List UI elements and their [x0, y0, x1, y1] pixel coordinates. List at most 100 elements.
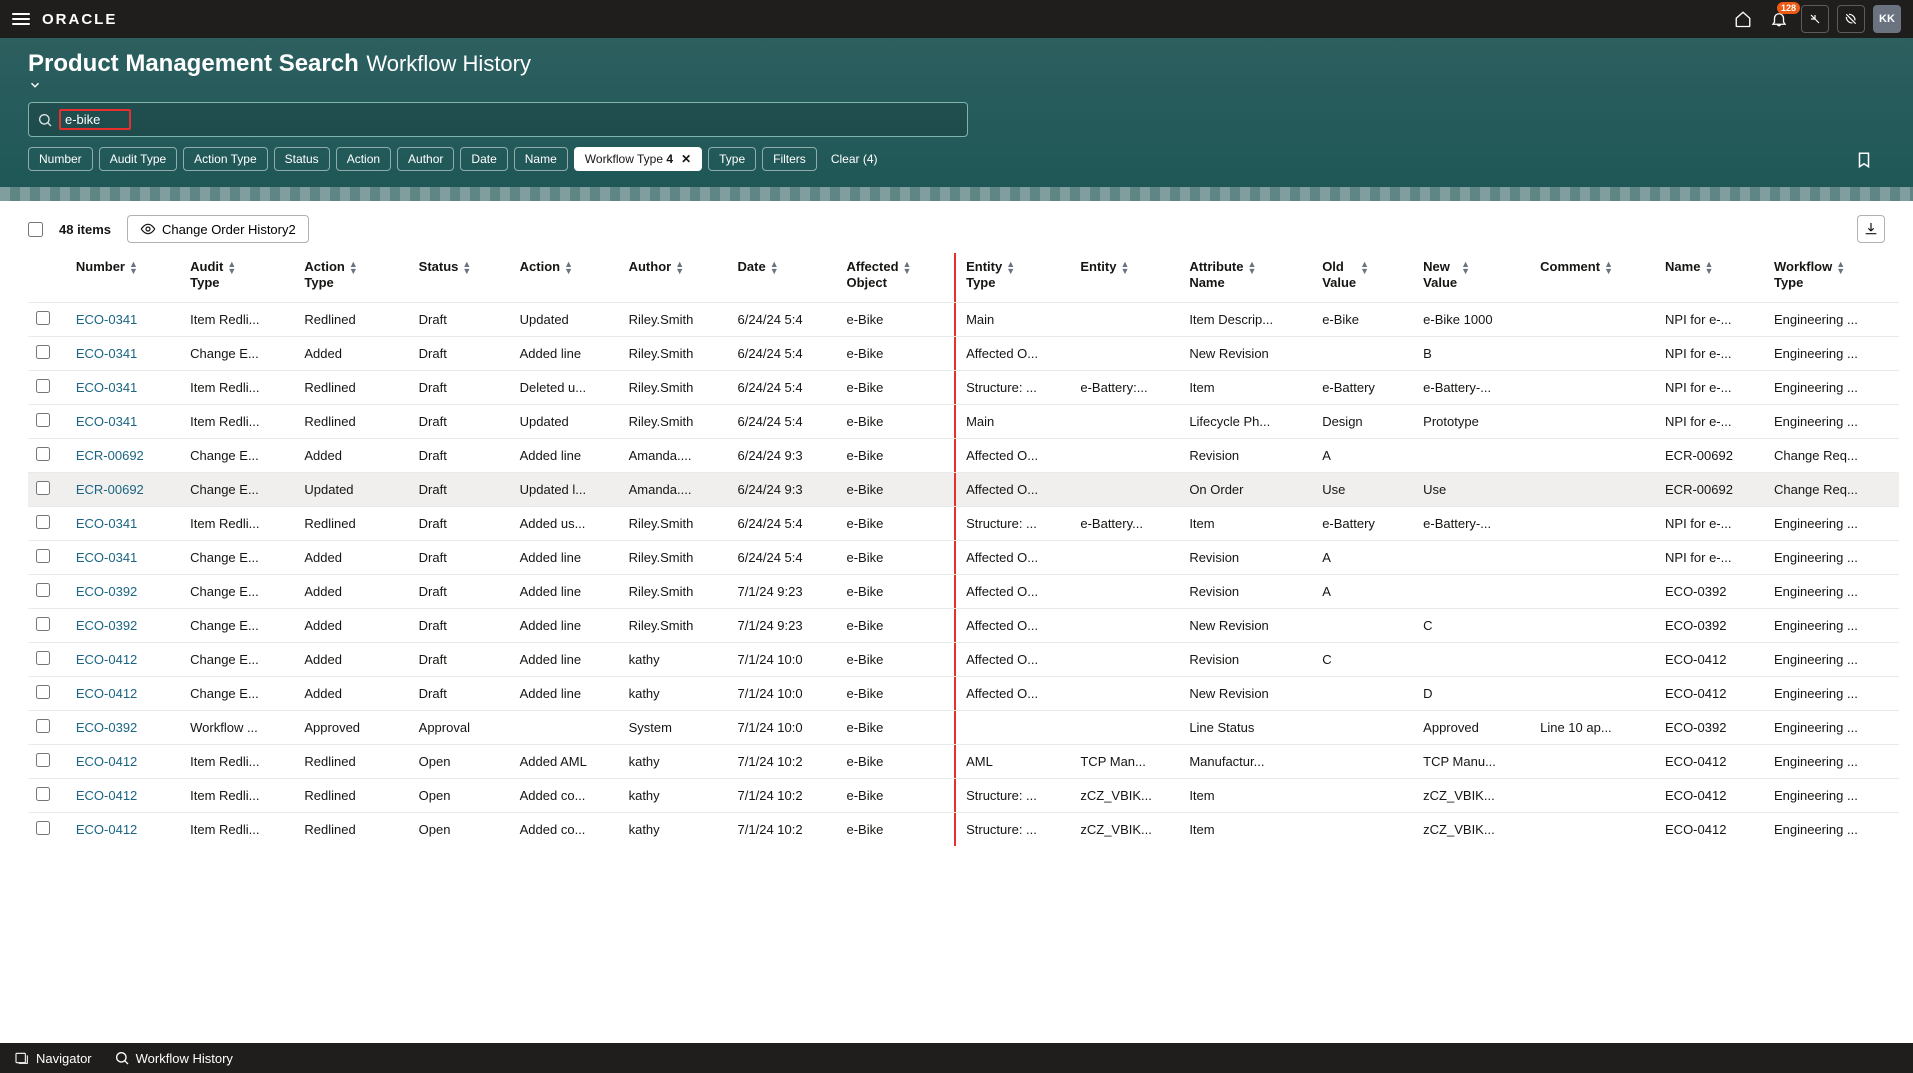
number-link[interactable]: ECO-0412 — [76, 788, 137, 803]
number-link[interactable]: ECO-0341 — [76, 346, 137, 361]
sort-icon[interactable]: ▲▼ — [227, 261, 236, 275]
row-checkbox[interactable] — [36, 549, 50, 563]
column-header-author[interactable]: Author▲▼ — [621, 253, 730, 303]
sort-icon[interactable]: ▲▼ — [675, 261, 684, 275]
number-link[interactable]: ECO-0341 — [76, 516, 137, 531]
table-row[interactable]: ECO-0412Change E...AddedDraftAdded linek… — [28, 677, 1899, 711]
clear-filters-link[interactable]: Clear (4) — [831, 152, 878, 166]
table-row[interactable]: ECO-0412Item Redli...RedlinedOpenAdded c… — [28, 779, 1899, 813]
sort-icon[interactable]: ▲▼ — [564, 261, 573, 275]
hamburger-menu[interactable] — [12, 13, 30, 25]
chevron-down-icon[interactable] — [28, 78, 1885, 92]
sort-icon[interactable]: ▲▼ — [903, 261, 912, 275]
sort-icon[interactable]: ▲▼ — [770, 261, 779, 275]
workflow-history-button[interactable]: Workflow History — [114, 1050, 233, 1066]
table-row[interactable]: ECO-0341Item Redli...RedlinedDraftUpdate… — [28, 303, 1899, 337]
number-link[interactable]: ECR-00692 — [76, 448, 144, 463]
table-row[interactable]: ECO-0392Change E...AddedDraftAdded lineR… — [28, 609, 1899, 643]
filter-chip-number[interactable]: Number — [28, 147, 93, 171]
table-row[interactable]: ECO-0412Change E...AddedDraftAdded linek… — [28, 643, 1899, 677]
number-link[interactable]: ECO-0341 — [76, 414, 137, 429]
table-row[interactable]: ECO-0341Item Redli...RedlinedDraftUpdate… — [28, 405, 1899, 439]
column-header-new-value[interactable]: NewValue▲▼ — [1415, 253, 1532, 303]
row-checkbox[interactable] — [36, 311, 50, 325]
number-link[interactable]: ECO-0392 — [76, 618, 137, 633]
sort-icon[interactable]: ▲▼ — [349, 261, 358, 275]
table-row[interactable]: ECO-0412Item Redli...RedlinedOpenAdded c… — [28, 813, 1899, 847]
number-link[interactable]: ECO-0412 — [76, 652, 137, 667]
sort-icon[interactable]: ▲▼ — [1704, 261, 1713, 275]
column-header-audit-type[interactable]: AuditType▲▼ — [182, 253, 296, 303]
sort-icon[interactable]: ▲▼ — [1006, 261, 1015, 275]
table-row[interactable]: ECR-00692Change E...AddedDraftAdded line… — [28, 439, 1899, 473]
sort-icon[interactable]: ▲▼ — [1836, 261, 1845, 275]
filter-chip-type[interactable]: Type — [708, 147, 756, 171]
number-link[interactable]: ECO-0412 — [76, 686, 137, 701]
navigator-button[interactable]: Navigator — [14, 1050, 92, 1066]
column-header-number[interactable]: Number▲▼ — [68, 253, 182, 303]
results-table-wrapper[interactable]: Number▲▼AuditType▲▼ActionType▲▼Status▲▼A… — [0, 253, 1913, 1048]
row-checkbox[interactable] — [36, 617, 50, 631]
column-header-action[interactable]: Action▲▼ — [512, 253, 621, 303]
download-button[interactable] — [1857, 215, 1885, 243]
home-icon[interactable] — [1729, 5, 1757, 33]
table-row[interactable]: ECO-0341Item Redli...RedlinedDraftAdded … — [28, 507, 1899, 541]
filter-chip-filters[interactable]: Filters — [762, 147, 817, 171]
table-row[interactable]: ECO-0392Change E...AddedDraftAdded lineR… — [28, 575, 1899, 609]
row-checkbox[interactable] — [36, 821, 50, 835]
filter-chip-action[interactable]: Action — [336, 147, 391, 171]
row-checkbox[interactable] — [36, 719, 50, 733]
number-link[interactable]: ECO-0341 — [76, 380, 137, 395]
column-header-affected-object[interactable]: AffectedObject▲▼ — [839, 253, 959, 303]
row-checkbox[interactable] — [36, 345, 50, 359]
table-row[interactable]: ECO-0392Workflow ...ApprovedApprovalSyst… — [28, 711, 1899, 745]
sort-icon[interactable]: ▲▼ — [1247, 261, 1256, 275]
search-input-wrapper[interactable] — [28, 102, 968, 137]
sort-icon[interactable]: ▲▼ — [462, 261, 471, 275]
saved-view-button[interactable]: Change Order History2 — [127, 215, 309, 243]
sort-icon[interactable]: ▲▼ — [1360, 261, 1369, 275]
filter-chip-action-type[interactable]: Action Type — [183, 147, 267, 171]
column-header-entity-type[interactable]: EntityType▲▼ — [958, 253, 1072, 303]
row-checkbox[interactable] — [36, 787, 50, 801]
table-row[interactable]: ECO-0341Change E...AddedDraftAdded lineR… — [28, 337, 1899, 371]
close-icon[interactable]: ✕ — [681, 152, 691, 166]
filter-chip-workflow-type[interactable]: Workflow Type 4✕ — [574, 147, 702, 171]
number-link[interactable]: ECO-0412 — [76, 754, 137, 769]
filter-chip-name[interactable]: Name — [514, 147, 568, 171]
column-header-name[interactable]: Name▲▼ — [1657, 253, 1766, 303]
column-header-workflow-type[interactable]: WorkflowType▲▼ — [1766, 253, 1899, 303]
column-header-comment[interactable]: Comment▲▼ — [1532, 253, 1657, 303]
row-checkbox[interactable] — [36, 481, 50, 495]
row-checkbox[interactable] — [36, 651, 50, 665]
row-checkbox[interactable] — [36, 685, 50, 699]
column-header-action-type[interactable]: ActionType▲▼ — [296, 253, 410, 303]
row-checkbox[interactable] — [36, 515, 50, 529]
filter-chip-audit-type[interactable]: Audit Type — [99, 147, 177, 171]
column-header-old-value[interactable]: OldValue▲▼ — [1314, 253, 1415, 303]
sort-icon[interactable]: ▲▼ — [1461, 261, 1470, 275]
row-checkbox[interactable] — [36, 413, 50, 427]
sort-icon[interactable]: ▲▼ — [1120, 261, 1129, 275]
filter-chip-author[interactable]: Author — [397, 147, 454, 171]
filter-chip-status[interactable]: Status — [274, 147, 330, 171]
row-checkbox[interactable] — [36, 379, 50, 393]
filter-chip-date[interactable]: Date — [460, 147, 507, 171]
number-link[interactable]: ECO-0341 — [76, 550, 137, 565]
table-row[interactable]: ECO-0412Item Redli...RedlinedOpenAdded A… — [28, 745, 1899, 779]
table-row[interactable]: ECO-0341Change E...AddedDraftAdded lineR… — [28, 541, 1899, 575]
sort-icon[interactable]: ▲▼ — [1604, 261, 1613, 275]
bookmark-icon[interactable] — [1855, 151, 1873, 169]
number-link[interactable]: ECO-0412 — [76, 822, 137, 837]
row-checkbox[interactable] — [36, 583, 50, 597]
sort-icon[interactable]: ▲▼ — [129, 261, 138, 275]
column-header-entity[interactable]: Entity▲▼ — [1072, 253, 1181, 303]
select-all-checkbox[interactable] — [28, 222, 43, 237]
number-link[interactable]: ECO-0341 — [76, 312, 137, 327]
column-header-attribute-name[interactable]: AttributeName▲▼ — [1181, 253, 1314, 303]
row-checkbox[interactable] — [36, 447, 50, 461]
column-header-status[interactable]: Status▲▼ — [411, 253, 512, 303]
table-row[interactable]: ECR-00692Change E...UpdatedDraftUpdated … — [28, 473, 1899, 507]
column-header-date[interactable]: Date▲▼ — [730, 253, 839, 303]
tool-icon-2[interactable] — [1837, 5, 1865, 33]
